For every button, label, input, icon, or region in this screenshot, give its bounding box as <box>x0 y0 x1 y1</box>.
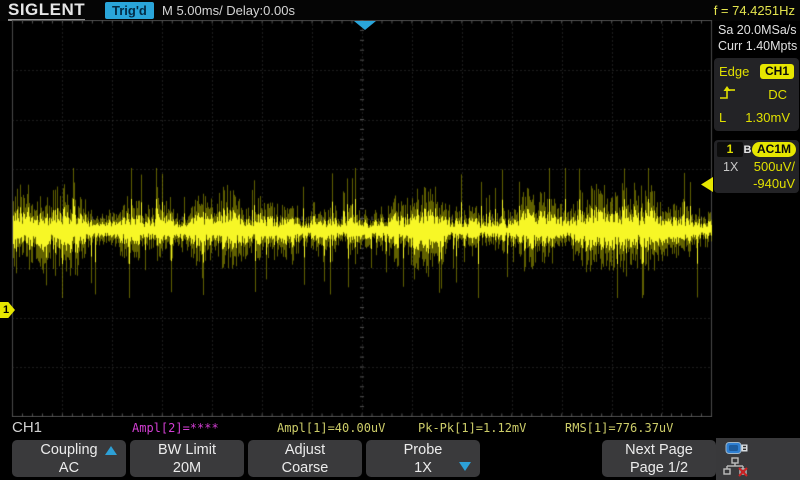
next-page-button-value: Page 1/2 <box>602 459 716 477</box>
waveform-display <box>0 20 713 418</box>
lan-disconnected-icon <box>722 457 750 477</box>
trigger-coupling-label: DC <box>768 87 787 102</box>
usb-icon <box>725 441 751 455</box>
measurement-pkpk1: Pk-Pk[1]=1.12mV <box>418 421 526 435</box>
next-page-button[interactable]: Next Page Page 1/2 <box>602 440 716 477</box>
trigger-level-label: L <box>719 110 726 125</box>
bw-limit-button[interactable]: BW Limit 20M <box>130 440 244 477</box>
bw-limit-button-label: BW Limit <box>130 441 244 459</box>
channel-number-chip: 1 <box>717 142 743 157</box>
oscilloscope-screen: SIGLENT Trig'd M 5.00ms/ Delay:0.00s f =… <box>0 0 800 480</box>
channel-coupling-badge: AC1M <box>752 142 796 157</box>
frequency-counter: f = 74.4251Hz <box>714 3 795 18</box>
coupling-button[interactable]: Coupling AC <box>12 440 126 477</box>
memory-depth-readout: Curr 1.40Mpts <box>718 39 797 53</box>
probe-button-label: Probe <box>366 441 480 459</box>
trigger-status-badge: Trig'd <box>105 2 154 19</box>
trigger-position-marker-icon[interactable] <box>354 21 376 30</box>
measurement-ampl2: Ampl[2]=**** <box>132 421 219 435</box>
adjust-button-label: Adjust <box>248 441 362 459</box>
right-sidebar: Sa 20.0MSa/s Curr 1.40Mpts Edge CH1 DC L <box>713 21 800 418</box>
active-channel-label: CH1 <box>12 419 42 436</box>
adjust-button-value: Coarse <box>248 459 362 477</box>
measurement-bar: CH1 Ampl[2]=**** Ampl[1]=40.00uV Pk-Pk[1… <box>0 417 800 438</box>
status-icon-panel <box>716 438 800 480</box>
measurement-ampl1: Ampl[1]=40.00uV <box>277 421 385 435</box>
adjust-button[interactable]: Adjust Coarse <box>248 440 362 477</box>
top-status-bar: SIGLENT Trig'd M 5.00ms/ Delay:0.00s f =… <box>0 0 800 21</box>
probe-button[interactable]: Probe 1X <box>366 440 480 477</box>
trigger-type-label: Edge <box>719 64 749 79</box>
volts-per-div-readout: 500uV/ <box>754 159 795 174</box>
down-arrow-icon <box>459 462 471 471</box>
brand-logo: SIGLENT <box>8 1 85 21</box>
channel-info-panel: 1 B AC1M 1X 500uV/ -940uV <box>714 140 799 193</box>
timebase-readout: M 5.00ms/ Delay:0.00s <box>162 3 295 18</box>
trigger-level-value: 1.30mV <box>745 110 790 125</box>
channel-offset-readout: -940uV <box>753 176 795 191</box>
trigger-source-badge: CH1 <box>760 64 794 79</box>
softkey-menu-bar: Coupling AC BW Limit 20M Adjust Coarse P… <box>0 438 800 480</box>
bandwidth-limit-flag: B <box>744 144 752 156</box>
trigger-info-panel: Edge CH1 DC L 1.30mV <box>714 58 799 131</box>
coupling-button-value: AC <box>12 459 126 477</box>
sample-rate-readout: Sa 20.0MSa/s <box>718 23 797 37</box>
rising-edge-icon <box>719 85 739 105</box>
bw-limit-button-value: 20M <box>130 459 244 477</box>
measurement-rms1: RMS[1]=776.37uV <box>565 421 673 435</box>
up-arrow-icon <box>105 446 117 455</box>
probe-attenuation-readout: 1X <box>723 160 738 174</box>
next-page-button-label: Next Page <box>602 441 716 459</box>
